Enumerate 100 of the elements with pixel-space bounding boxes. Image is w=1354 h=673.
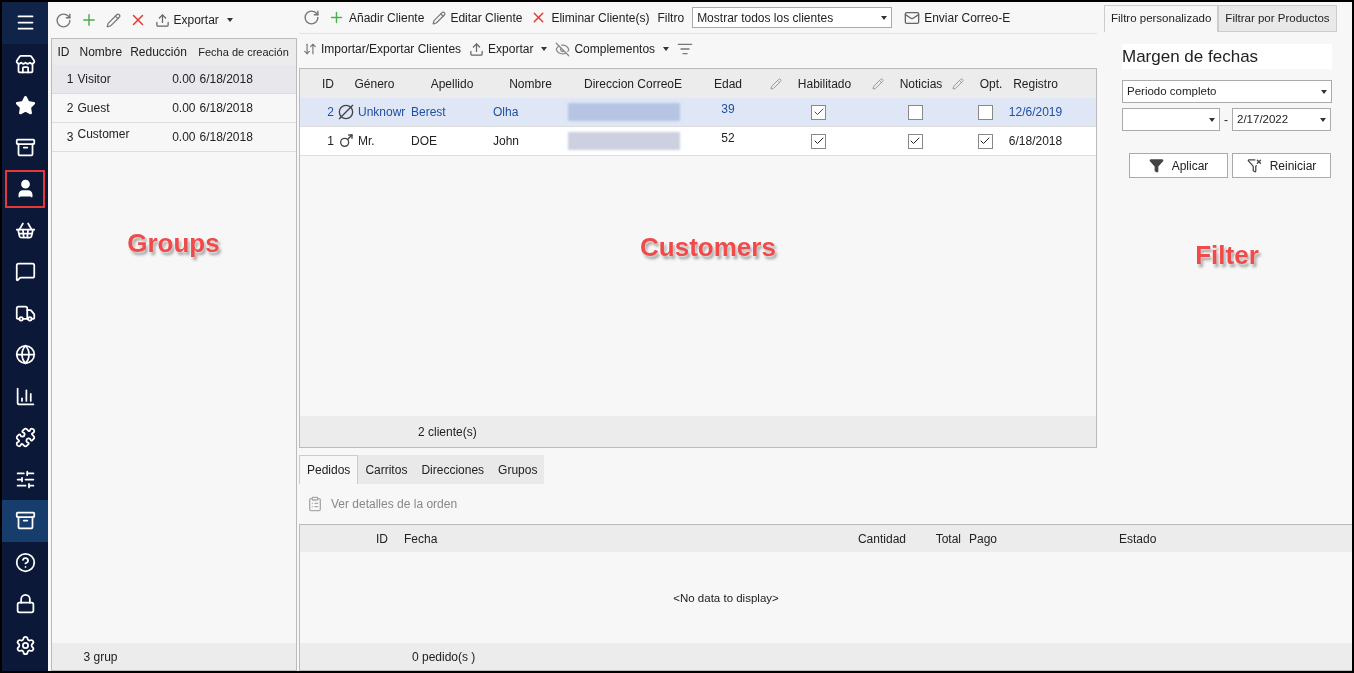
customer-count: 2 cliente(s): [418, 423, 477, 441]
table-cell-text: Berest: [411, 104, 447, 121]
settings-icon: [14, 634, 36, 656]
date-separator: -: [1224, 111, 1228, 129]
checkbox[interactable]: [977, 104, 993, 120]
table-row[interactable]: 2 Unknowr Berest Olha 39 12/6/2019: [300, 98, 1096, 127]
column-header[interactable]: Noticias: [899, 74, 943, 93]
detail-tab[interactable]: Direcciones: [414, 455, 492, 484]
checkbox[interactable]: [907, 104, 923, 120]
check-icon: [909, 135, 921, 147]
table-cell-text: 2: [65, 100, 74, 117]
detail-tab[interactable]: Grupos: [491, 455, 545, 484]
column-header[interactable]: ID: [322, 74, 334, 93]
group-count: 3 grup: [83, 648, 118, 666]
detail-tab[interactable]: Pedidos: [299, 455, 359, 484]
column-header[interactable]: ID: [300, 529, 396, 548]
column-header[interactable]: Fecha de creación: [191, 43, 296, 61]
caret-icon: [1320, 117, 1326, 122]
pencil-icon: [871, 77, 884, 90]
arrows-icon: [303, 42, 317, 56]
column-header[interactable]: Género: [354, 74, 395, 93]
sliders-icon: [14, 468, 36, 490]
column-header[interactable]: Opt.: [979, 74, 1003, 93]
import-export-button[interactable]: Importar/Exportar Clientes: [303, 40, 462, 58]
filter-tab[interactable]: Filtro personalizado: [1104, 5, 1219, 32]
check-icon: [812, 106, 825, 118]
table-cell-text: 3: [65, 129, 74, 146]
column-header[interactable]: Estado: [1111, 529, 1311, 548]
filter-label: Filtro: [657, 9, 685, 27]
table-cell-text: 52: [720, 130, 736, 147]
table-cell-text: 0.00: [171, 129, 196, 146]
caret-icon: [541, 47, 548, 51]
export-button[interactable]: Exportar: [469, 40, 548, 58]
sidebar-item[interactable]: [2, 500, 48, 542]
send-email-button[interactable]: Enviar Correo-E: [904, 8, 1011, 27]
column-header[interactable]: Cantidad: [761, 529, 906, 548]
check-icon: [812, 135, 825, 147]
column-header[interactable]: Reducción: [125, 43, 192, 61]
column-header[interactable]: ID: [51, 43, 76, 61]
date-from-field[interactable]: [1122, 108, 1220, 131]
column-header[interactable]: Nombre: [509, 74, 552, 93]
checkbox[interactable]: [811, 133, 826, 149]
caret-icon: [1321, 89, 1327, 94]
mail-icon: [904, 9, 921, 26]
check-icon: [979, 135, 991, 147]
table-row[interactable]: 2 Guest 0.00 6/18/2018: [51, 94, 296, 123]
chart-icon: [14, 385, 36, 407]
upload-icon: [469, 41, 485, 57]
table-row[interactable]: 1 Mr. DOE John 52 6/18/2018: [300, 127, 1096, 156]
edit-customer-button[interactable]: Editar Cliente: [432, 8, 523, 27]
refresh-icon[interactable]: [54, 11, 72, 29]
caret-icon: [881, 15, 888, 20]
column-header[interactable]: Registro: [1013, 74, 1058, 93]
filter-list-icon[interactable]: [677, 41, 694, 57]
filter-dropdown[interactable]: Mostrar todos los clientes: [692, 7, 893, 28]
column-header[interactable]: Direccion CorreoE: [583, 74, 682, 93]
add-customer-button[interactable]: Añadir Cliente: [328, 8, 425, 27]
addons-button[interactable]: Complementos: [555, 40, 670, 58]
table-cell-text: 6/18/2018: [198, 71, 253, 88]
edit-icon[interactable]: [105, 12, 121, 28]
column-header[interactable]: Fecha: [396, 529, 761, 548]
sidebar-item[interactable]: [2, 2, 48, 44]
store-icon: [14, 53, 36, 75]
detail-tab[interactable]: Carritos: [358, 455, 415, 484]
table-cell-text: 6/18/2018: [1007, 133, 1064, 150]
refresh-icon[interactable]: [303, 9, 320, 26]
table-cell-text: 1: [65, 71, 74, 88]
column-header[interactable]: Pago: [961, 529, 1111, 548]
plus-icon: [328, 9, 345, 26]
period-dropdown[interactable]: Periodo completo: [1122, 80, 1332, 103]
checkbox[interactable]: [907, 133, 923, 149]
pencil-icon: [769, 77, 782, 90]
globe-icon: [14, 344, 36, 366]
table-row[interactable]: 3 Customer 0.00 6/18/2018: [51, 123, 296, 152]
table-cell-text: Visitor: [76, 71, 112, 88]
table-cell-text: Unknowr: [358, 104, 406, 121]
section-heading: Margen de fechas: [1122, 44, 1332, 69]
table-row[interactable]: 1 Visitor 0.00 6/18/2018: [51, 65, 296, 94]
export-button[interactable]: Exportar: [154, 11, 233, 29]
filter-icon: [1148, 158, 1164, 173]
column-header[interactable]: Edad: [714, 74, 742, 93]
table-cell-text: 2: [326, 104, 335, 121]
date-to-field[interactable]: 2/17/2022: [1232, 108, 1331, 131]
apply-button[interactable]: Aplicar: [1129, 153, 1228, 178]
checkbox[interactable]: [811, 104, 826, 120]
column-header[interactable]: Total: [906, 529, 961, 548]
column-header[interactable]: Habilitado: [797, 74, 852, 93]
table-cell-text: 0.00: [171, 71, 196, 88]
reset-button[interactable]: Reiniciar: [1232, 153, 1331, 178]
caret-icon: [1209, 117, 1215, 122]
upload-icon: [154, 12, 170, 28]
column-header[interactable]: Nombre: [75, 43, 126, 61]
delete-customer-button[interactable]: Eliminar Cliente(s): [530, 8, 650, 27]
pencil-icon: [951, 77, 964, 90]
sidebar-item[interactable]: [2, 168, 48, 210]
column-header[interactable]: Apellido: [430, 74, 474, 93]
table-cell-text: John: [493, 133, 521, 150]
table-cell-text: Olha: [493, 104, 520, 121]
checkbox[interactable]: [977, 133, 993, 149]
filter-tab[interactable]: Filtrar por Productos: [1218, 5, 1337, 32]
